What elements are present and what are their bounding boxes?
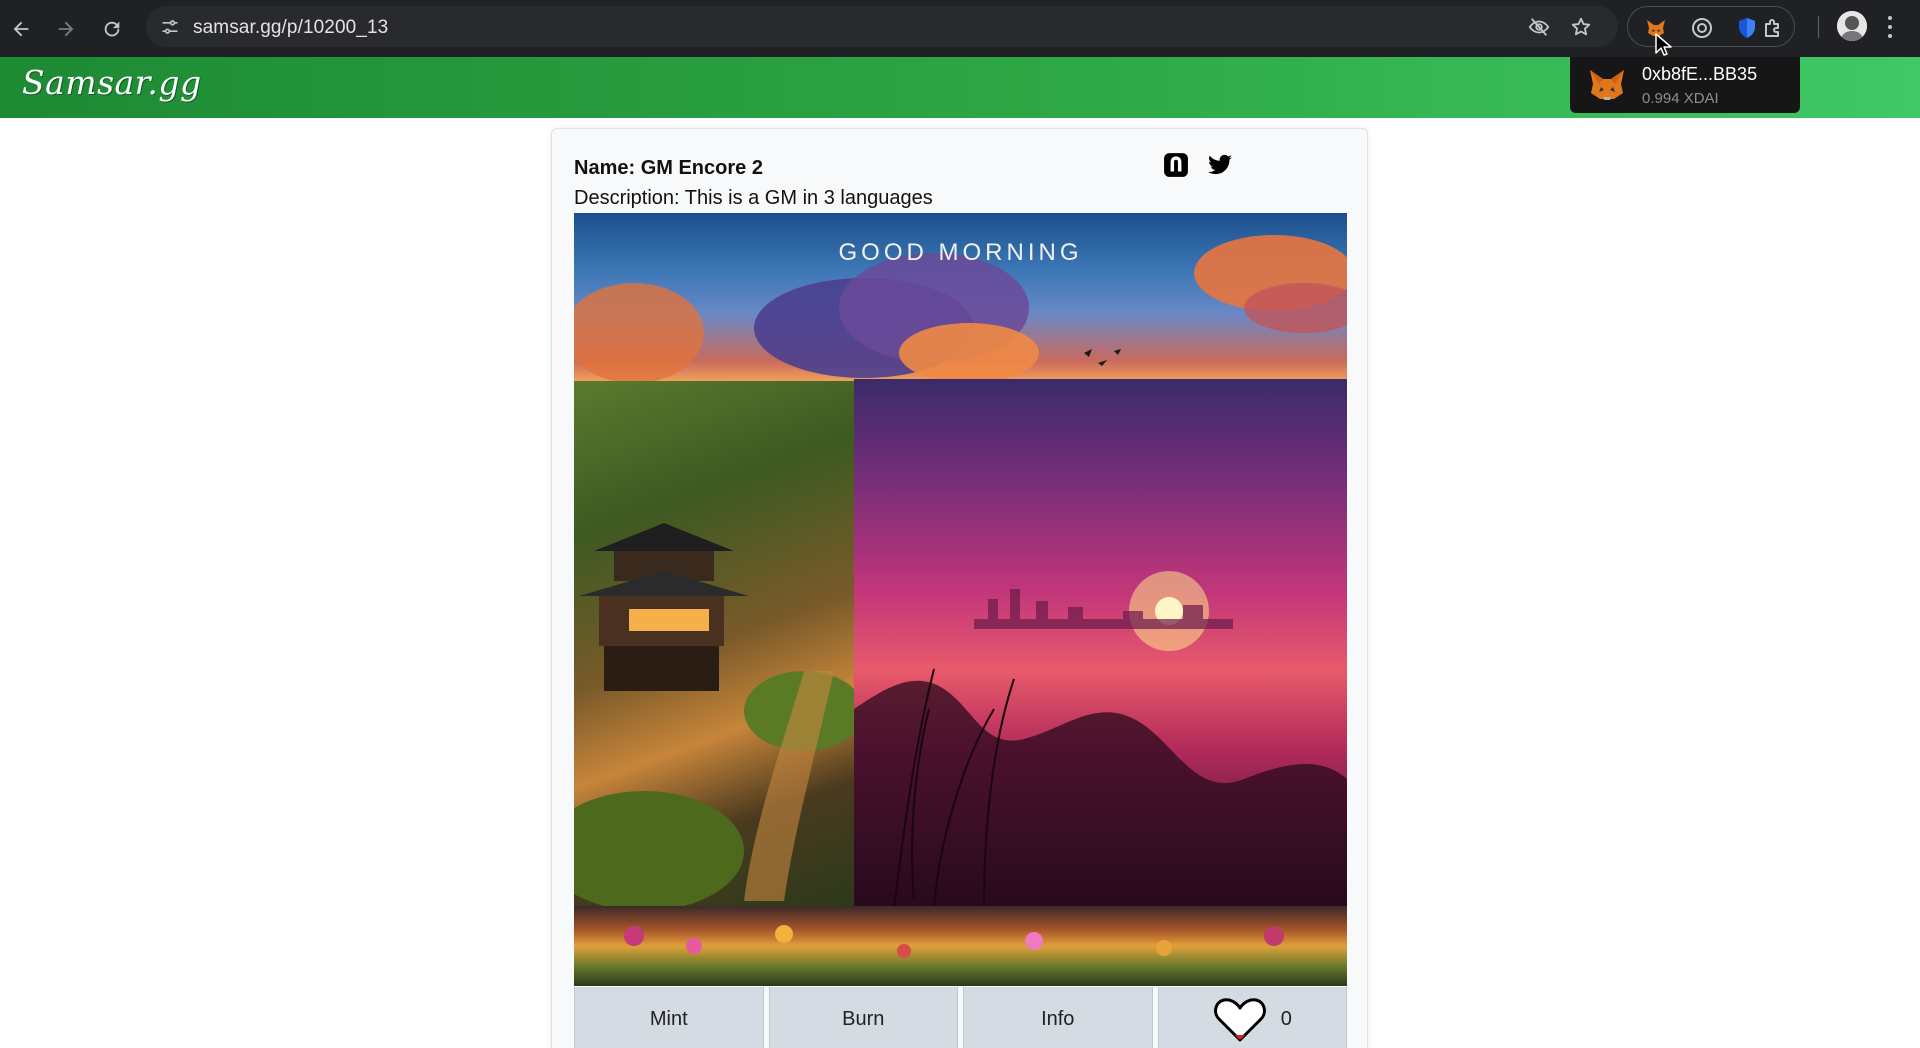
fox-icon [1590,70,1624,100]
marketplace-link[interactable] [1162,151,1190,179]
back-button[interactable] [4,12,38,46]
sky-panel: GOOD MORNING [574,213,1347,381]
pagoda-panel [574,381,854,906]
forward-arrow-icon [58,21,74,37]
extensions-group [1627,6,1795,47]
star-icon [1571,17,1591,36]
meadow-illustration [624,925,1284,958]
sunset-illustration [854,571,1347,909]
record-extension-button[interactable] [1688,14,1716,42]
address-bar[interactable]: samsar.gg/p/10200_13 [146,6,1618,47]
nft-name: Name: GM Encore 2 [574,157,763,179]
like-button[interactable]: 0 [1157,987,1347,1048]
tracking-protection-button[interactable] [1526,14,1552,40]
like-count: 0 [1280,1008,1292,1030]
tune-icon [162,19,177,34]
extensions-menu-button[interactable] [1759,14,1787,42]
avatar-icon [1837,11,1867,41]
browser-menu-button[interactable] [1883,13,1897,41]
action-bar: Mint Burn Info 0 [574,987,1347,1048]
meadow-panel [574,906,1347,986]
wallet-address: 0xb8fE...BB35 [1642,64,1758,84]
twitter-bird-icon [1208,154,1232,175]
mint-button[interactable]: Mint [574,987,764,1048]
eye-off-icon [1528,18,1550,36]
mouse-cursor-icon [1655,33,1672,56]
reload-button[interactable] [95,12,129,46]
browser-toolbar: samsar.gg/p/10200_13 [0,0,1920,57]
puzzle-icon [1765,19,1779,37]
wallet-balance: 0.994 XDAI [1642,90,1719,107]
wallet-badge[interactable]: 0xb8fE...BB35 0.994 XDAI [1570,57,1800,113]
info-button[interactable]: Info [963,987,1153,1048]
image-caption: GOOD MORNING [838,239,1083,266]
site-info-button[interactable] [156,13,183,40]
bookmark-button[interactable] [1568,14,1594,40]
url-text: samsar.gg/p/10200_13 [193,17,389,38]
record-icon [1692,18,1712,38]
twitter-share-link[interactable] [1206,151,1234,179]
back-arrow-icon [13,21,29,37]
reload-icon [104,21,120,37]
shield-icon [1739,18,1755,38]
heart-icon [1213,997,1266,1041]
shield-extension-button[interactable] [1733,14,1761,42]
nft-image[interactable]: GOOD MORNING [574,213,1347,986]
nft-card: Name: GM Encore 2 Description: This is a… [551,128,1368,1048]
forward-button[interactable] [49,12,83,46]
sunset-panel [854,379,1347,909]
site-logo[interactable]: Samsar.gg [22,63,202,102]
profile-avatar[interactable] [1837,11,1867,41]
burn-button[interactable]: Burn [768,987,958,1048]
n-logo-icon [1164,153,1188,177]
pagoda-illustration [574,523,854,906]
nft-description: Description: This is a GM in 3 languages [574,187,933,209]
toolbar-divider [1818,16,1819,38]
